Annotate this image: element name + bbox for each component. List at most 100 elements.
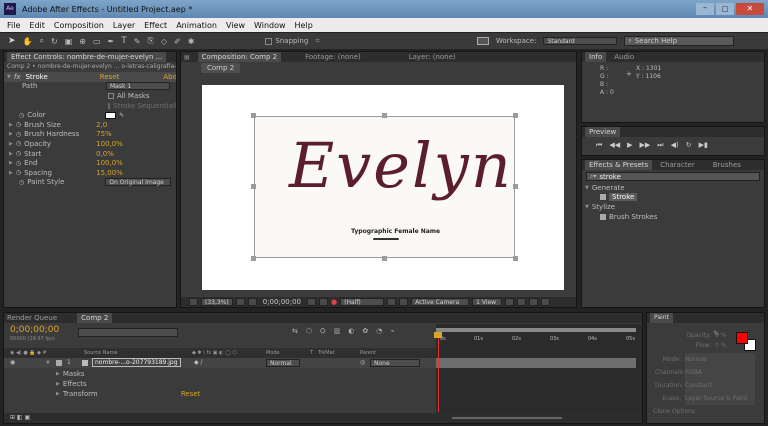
paint-tab[interactable]: Paint xyxy=(650,313,673,323)
auto-keyframe-icon[interactable]: ◔ xyxy=(376,327,382,336)
eraser-tool-icon[interactable]: ◇ xyxy=(161,37,167,46)
transform-expand-icon[interactable]: ▶ xyxy=(56,391,60,397)
opacity-expand-icon[interactable]: ▶ xyxy=(9,141,13,147)
snapshot-icon[interactable] xyxy=(307,298,317,306)
menu-view[interactable]: View xyxy=(226,21,245,30)
frame-blending-icon[interactable]: ▥ xyxy=(334,327,341,336)
camera-dropdown[interactable]: Active Camera xyxy=(411,298,470,306)
stroke-sequentially-checkbox[interactable] xyxy=(108,102,110,109)
grid-icon[interactable] xyxy=(235,298,245,306)
handle-bottom-right[interactable] xyxy=(513,256,518,261)
effect-about-button[interactable]: Abo xyxy=(163,73,176,81)
snap-options-icon[interactable]: ⌗ xyxy=(315,36,320,46)
selection-tool-icon[interactable]: ➤ xyxy=(8,36,16,46)
color-swatch[interactable] xyxy=(105,111,117,119)
paint-style-stopwatch-icon[interactable]: ◷ xyxy=(19,179,24,186)
brush-size-value[interactable]: 2,0 xyxy=(96,121,107,129)
start-value[interactable]: 0,0% xyxy=(96,150,114,158)
mute-audio-icon[interactable]: ◀) xyxy=(671,141,679,150)
cti-head-icon[interactable] xyxy=(434,332,442,338)
paint-foreground-color[interactable] xyxy=(736,332,748,344)
handle-top-left[interactable] xyxy=(251,113,256,118)
stylize-group[interactable]: ▼ Stylize xyxy=(582,202,764,212)
timeline-comp-tab[interactable]: Comp 2 xyxy=(77,313,113,323)
search-help-field[interactable]: ⌕ Search Help xyxy=(624,36,735,46)
visibility-icon[interactable]: ◉ xyxy=(10,359,15,366)
always-preview-icon[interactable] xyxy=(189,298,198,306)
text-tool-icon[interactable]: T xyxy=(121,36,127,46)
mask-visibility-icon[interactable] xyxy=(247,298,257,306)
handle-bottom-left[interactable] xyxy=(251,256,256,261)
comp-canvas[interactable]: Evelyn Typographic Female Name xyxy=(202,85,564,290)
handle-mid-right[interactable] xyxy=(513,184,518,189)
composition-tab[interactable]: Composition: Comp 2 xyxy=(197,52,282,62)
layer-row[interactable]: ◉ ▼ 1 nombre-...o-207793189.jpg ◆ / Norm… xyxy=(4,358,436,368)
end-value[interactable]: 100,0% xyxy=(96,159,123,167)
paint-channels-dropdown[interactable]: RGBA xyxy=(685,366,755,379)
layer-label-color[interactable] xyxy=(56,360,62,366)
opacity-value[interactable]: 100,0% xyxy=(96,140,123,148)
menu-file[interactable]: File xyxy=(7,21,20,30)
timeline-search-field[interactable] xyxy=(78,328,178,337)
camera-tool-icon[interactable]: ▣ xyxy=(65,37,73,46)
handle-top-mid[interactable] xyxy=(382,113,387,118)
effects-search-field[interactable]: ⌕▾ stroke xyxy=(586,172,760,181)
layer-image[interactable]: Evelyn Typographic Female Name xyxy=(254,116,515,258)
color-channel-icon[interactable]: ● xyxy=(331,298,337,306)
roto-brush-tool-icon[interactable]: ✐ xyxy=(174,37,181,46)
start-stopwatch-icon[interactable]: ◷ xyxy=(16,150,21,157)
paint-brush-icon[interactable]: ✎ xyxy=(713,329,720,338)
start-expand-icon[interactable]: ▶ xyxy=(9,151,13,157)
brush-tool-icon[interactable]: ✎ xyxy=(134,37,141,46)
close-icon[interactable]: ✕ xyxy=(736,3,764,15)
stylize-expand-icon[interactable]: ▼ xyxy=(585,204,589,210)
mode-header[interactable]: Mode xyxy=(266,350,280,356)
menu-effect[interactable]: Effect xyxy=(144,21,167,30)
clone-options-label[interactable]: Clone Options xyxy=(647,405,764,418)
layer-expand-icon[interactable]: ▼ xyxy=(46,360,50,366)
puppet-tool-icon[interactable]: ✱ xyxy=(188,37,195,46)
menu-window[interactable]: Window xyxy=(254,21,286,30)
brush-hardness-stopwatch-icon[interactable]: ◷ xyxy=(16,131,21,138)
time-ruler[interactable]: 0s 01s 02s 03s 04s 05s xyxy=(436,334,636,348)
work-area-bar[interactable] xyxy=(436,328,636,332)
hand-tool-icon[interactable]: ✋ xyxy=(23,37,33,46)
spacing-stopwatch-icon[interactable]: ◷ xyxy=(16,169,21,176)
timeline-icon[interactable] xyxy=(529,298,539,306)
paint-duration-dropdown[interactable]: Constant xyxy=(685,379,755,392)
workspace-toggle-icon[interactable] xyxy=(476,37,489,45)
timeline-timecode[interactable]: 0;00;00;00 xyxy=(10,325,59,335)
menu-composition[interactable]: Composition xyxy=(54,21,104,30)
mask-tool-icon[interactable]: ▭ xyxy=(93,37,101,46)
rotate-tool-icon[interactable]: ↻ xyxy=(51,37,58,46)
snapping-checkbox[interactable] xyxy=(265,37,273,45)
layer-parent-icon[interactable]: ◎ xyxy=(360,359,365,366)
effect-expand-icon[interactable]: ▼ xyxy=(7,74,11,80)
toggle-pixel-aspect-icon[interactable] xyxy=(505,298,515,306)
paint-erase-dropdown[interactable]: Layer Source & Paint xyxy=(685,392,755,405)
transform-reset-button[interactable]: Reset xyxy=(181,390,201,398)
comp-mini-flowchart-icon[interactable]: ⇆ xyxy=(292,327,298,336)
current-time-indicator[interactable] xyxy=(438,332,439,412)
paint-mode-dropdown[interactable]: Normal xyxy=(685,353,755,366)
end-stopwatch-icon[interactable]: ◷ xyxy=(16,160,21,167)
menu-layer[interactable]: Layer xyxy=(113,21,135,30)
loop-icon[interactable]: ↻ xyxy=(686,141,692,150)
stroke-effect-item[interactable]: Stroke xyxy=(582,193,764,203)
lock-icon[interactable]: ▤ xyxy=(184,54,190,61)
graph-editor-icon[interactable]: ⌁ xyxy=(390,327,394,336)
prev-frame-icon[interactable]: ◀◀ xyxy=(609,141,620,150)
workspace-dropdown[interactable]: Standard xyxy=(543,37,618,45)
viewer-timecode[interactable]: 0;00;00;00 xyxy=(260,298,304,306)
clone-tool-icon[interactable]: ⎘ xyxy=(147,36,153,46)
brainstorm-icon[interactable]: ✿ xyxy=(362,327,368,336)
brush-strokes-effect-item[interactable]: Brush Strokes xyxy=(582,212,764,222)
footage-tab[interactable]: Footage: (none) xyxy=(305,53,361,61)
layer-duration-bar[interactable] xyxy=(436,358,636,368)
generate-expand-icon[interactable]: ▼ xyxy=(585,185,589,191)
color-stopwatch-icon[interactable]: ◷ xyxy=(19,112,24,119)
masks-row[interactable]: ▶ Masks xyxy=(56,369,85,379)
end-expand-icon[interactable]: ▶ xyxy=(9,160,13,166)
motion-blur-icon[interactable]: ◐ xyxy=(348,327,354,336)
hide-shy-layers-icon[interactable]: ⛭ xyxy=(320,327,326,336)
